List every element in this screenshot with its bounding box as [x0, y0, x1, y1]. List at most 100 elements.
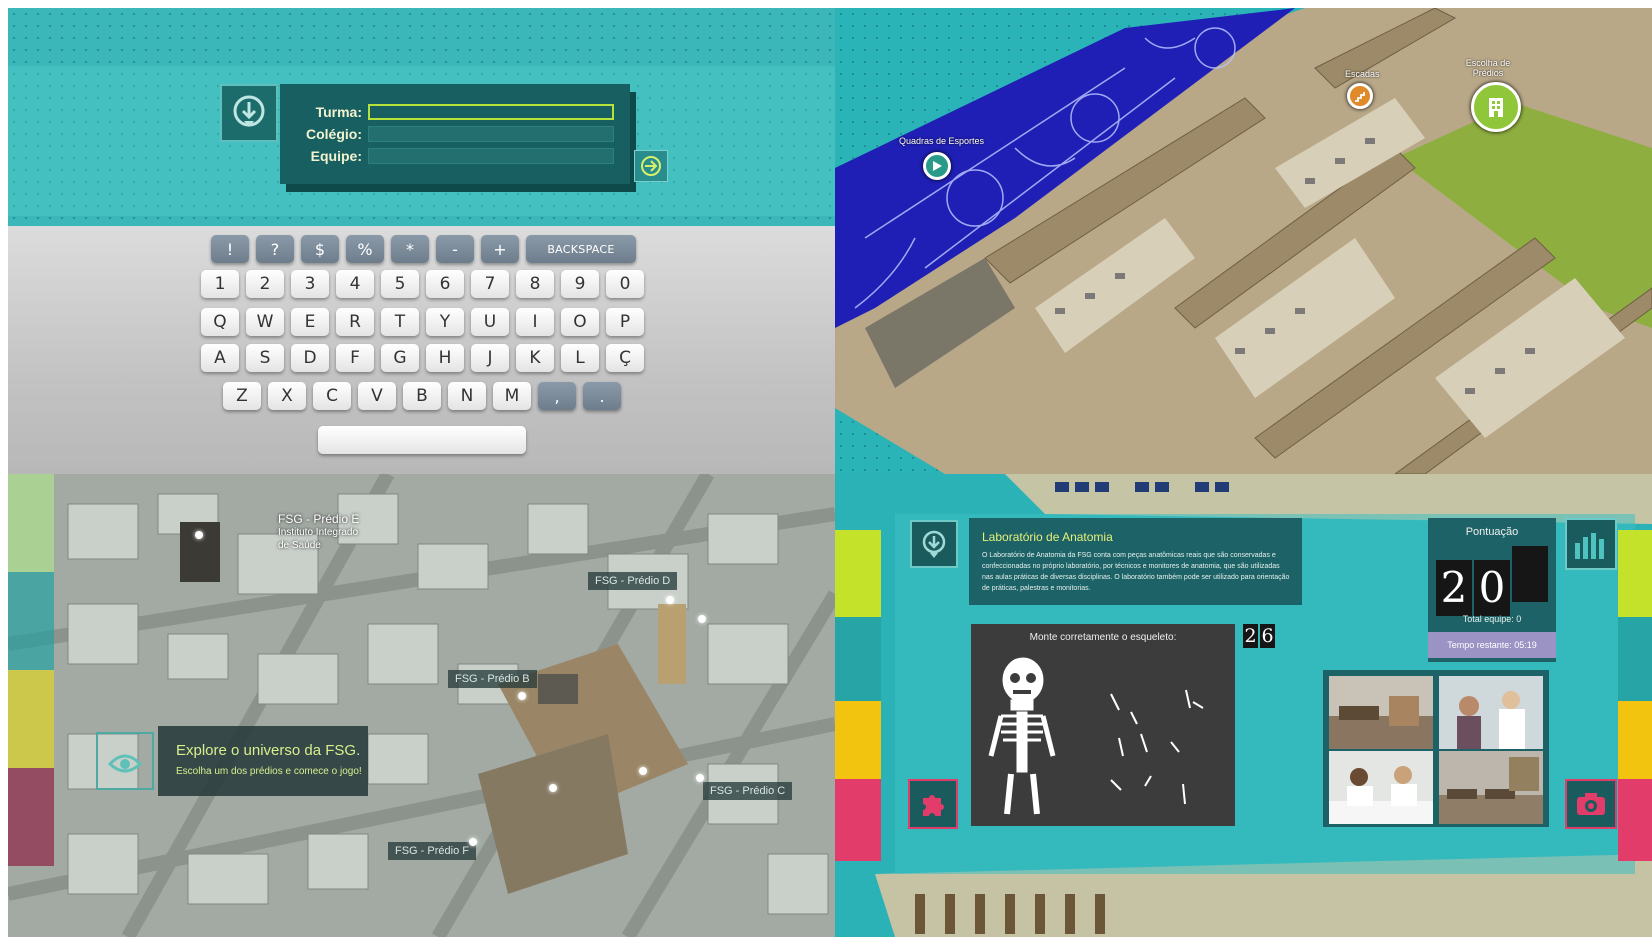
login-form: Turma: Colégio: Equipe:	[280, 84, 630, 184]
city-map-view: FSG - Prédio E Instituto Integrado de Sa…	[8, 474, 835, 937]
key-5[interactable]: 5	[381, 270, 419, 298]
key-8[interactable]: 8	[516, 270, 554, 298]
play-icon[interactable]	[923, 152, 951, 180]
building-c-pin[interactable]	[696, 774, 704, 782]
stairs-icon[interactable]	[1347, 83, 1373, 109]
building-b-pin[interactable]	[518, 692, 526, 700]
key-space[interactable]	[318, 426, 526, 454]
keyboard-row-z: Z X C V B N M , .	[223, 382, 621, 410]
key-m[interactable]: M	[493, 382, 531, 410]
key-1[interactable]: 1	[201, 270, 239, 298]
key-2[interactable]: 2	[246, 270, 284, 298]
key-u[interactable]: U	[471, 308, 509, 336]
key-p[interactable]: P	[606, 308, 644, 336]
key-g[interactable]: G	[381, 344, 419, 372]
key-9[interactable]: 9	[561, 270, 599, 298]
stripe-magenta	[8, 768, 54, 866]
key-z[interactable]: Z	[223, 382, 261, 410]
key-n[interactable]: N	[448, 382, 486, 410]
key-c[interactable]: C	[313, 382, 351, 410]
keyboard-row-q: Q W E R T Y U I O P	[201, 308, 644, 336]
key-7[interactable]: 7	[471, 270, 509, 298]
building-select-icon[interactable]	[1471, 82, 1521, 132]
key-3[interactable]: 3	[291, 270, 329, 298]
key-d[interactable]: D	[291, 344, 329, 372]
key-w[interactable]: W	[246, 308, 284, 336]
key-percent[interactable]: %	[346, 235, 384, 263]
key-v[interactable]: V	[358, 382, 396, 410]
lab-photo-4[interactable]	[1439, 751, 1543, 824]
eye-icon	[107, 754, 143, 773]
key-period[interactable]: .	[583, 382, 621, 410]
score-digit-1: 2	[1436, 560, 1472, 616]
building-e-subtitle-2: de Saúde	[278, 540, 321, 551]
download-icon[interactable]	[220, 84, 278, 142]
building-c-top-pin[interactable]	[698, 615, 706, 623]
camera-icon[interactable]	[1565, 779, 1617, 829]
key-comma[interactable]: ,	[538, 382, 576, 410]
building-d-pin[interactable]	[666, 596, 674, 604]
key-s[interactable]: S	[246, 344, 284, 372]
key-6[interactable]: 6	[426, 270, 464, 298]
key-exclamation[interactable]: !	[211, 235, 249, 263]
key-o[interactable]: O	[561, 308, 599, 336]
submit-arrow-button[interactable]	[634, 150, 668, 182]
key-plus[interactable]: +	[481, 235, 519, 263]
campus-center-pin[interactable]	[549, 784, 557, 792]
class-input[interactable]	[368, 104, 614, 120]
floor-plan-view: Quadras de Esportes Escadas Escolha de P…	[835, 8, 1652, 474]
key-t[interactable]: T	[381, 308, 419, 336]
key-dollar[interactable]: $	[301, 235, 339, 263]
school-input[interactable]	[368, 126, 614, 142]
key-4[interactable]: 4	[336, 270, 374, 298]
ranking-chart-icon[interactable]	[1565, 518, 1617, 570]
building-f-label[interactable]: FSG - Prédio F	[388, 842, 476, 860]
key-k[interactable]: K	[516, 344, 554, 372]
key-q[interactable]: Q	[201, 308, 239, 336]
sports-courts-label: Quadras de Esportes	[899, 136, 985, 146]
key-h[interactable]: H	[426, 344, 464, 372]
team-label: Equipe:	[310, 148, 362, 164]
key-r[interactable]: R	[336, 308, 374, 336]
key-question[interactable]: ?	[256, 235, 294, 263]
arrow-right-icon	[641, 156, 661, 176]
counter-digit-1: 2	[1243, 624, 1258, 648]
lab-photo-3[interactable]	[1329, 751, 1433, 824]
key-j[interactable]: J	[471, 344, 509, 372]
key-e[interactable]: E	[291, 308, 329, 336]
building-e-pin[interactable]	[195, 531, 203, 539]
building-d-label[interactable]: FSG - Prédio D	[588, 572, 678, 590]
choose-buildings-label: Escolha de Prédios	[1465, 58, 1511, 78]
key-minus[interactable]: -	[436, 235, 474, 263]
stripe-yellow	[8, 670, 54, 768]
side-bar-magenta	[835, 779, 881, 861]
key-y[interactable]: Y	[426, 308, 464, 336]
team-input[interactable]	[368, 148, 614, 164]
campus-pin[interactable]	[639, 767, 647, 775]
key-c-cedilla[interactable]: Ç	[606, 344, 644, 372]
download-icon[interactable]	[910, 520, 958, 568]
key-asterisk[interactable]: *	[391, 235, 429, 263]
building-b-label[interactable]: FSG - Prédio B	[448, 670, 537, 688]
key-x[interactable]: X	[268, 382, 306, 410]
side-bar-magenta-right	[1618, 779, 1652, 861]
key-b[interactable]: B	[403, 382, 441, 410]
key-i[interactable]: I	[516, 308, 554, 336]
lab-photo-2[interactable]	[1439, 676, 1543, 749]
building-f-pin[interactable]	[469, 838, 477, 846]
skeleton-figure	[988, 657, 1204, 815]
key-f[interactable]: F	[336, 344, 374, 372]
key-0[interactable]: 0	[606, 270, 644, 298]
building-e-label[interactable]: FSG - Prédio E Instituto Integrado de Sa…	[271, 510, 366, 555]
time-remaining: Tempo restante: 05:19	[1428, 632, 1556, 658]
key-l[interactable]: L	[561, 344, 599, 372]
building-c-label[interactable]: FSG - Prédio C	[703, 782, 793, 800]
key-a[interactable]: A	[201, 344, 239, 372]
stripe-lime	[8, 474, 54, 572]
side-bar-yellow	[835, 701, 881, 779]
key-backspace[interactable]: BACKSPACE	[526, 235, 636, 263]
side-bar-teal	[835, 617, 881, 701]
lab-photo-1[interactable]	[1329, 676, 1433, 749]
score-title: Pontuação	[1465, 526, 1519, 538]
puzzle-icon[interactable]	[908, 779, 958, 829]
